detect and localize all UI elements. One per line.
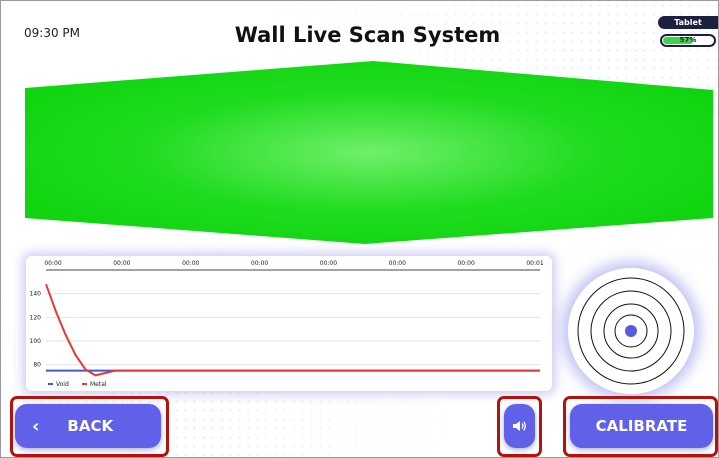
chart-x-tick-label: 00:00 — [182, 260, 199, 267]
chart-x-tick-label: 00:00 — [44, 260, 61, 267]
app-frame: 09:30 PM Wall Live Scan System Tablet 57… — [0, 0, 719, 458]
scan-display — [25, 61, 713, 244]
back-button[interactable]: ‹ BACK — [15, 404, 161, 448]
battery-label: 57% — [679, 36, 697, 44]
chart-legend-label: Metal — [90, 381, 107, 388]
back-button-label: BACK — [67, 417, 114, 435]
calibrate-button-label: CALIBRATE — [595, 417, 688, 435]
chart-y-tick-label: 140 — [30, 291, 42, 298]
signal-chart-plot: 00:00 00:00 00:00 00:00 00:00 00:00 00:00 00:01… — [30, 260, 544, 388]
chart-y-tick-label: 80 — [33, 362, 41, 369]
chart-legend-label: Void — [56, 381, 69, 388]
chart-y-tick-label: 120 — [30, 314, 42, 321]
speaker-icon — [512, 421, 526, 431]
sound-button[interactable] — [504, 404, 535, 448]
signal-chart: 00:00 00:00 00:00 00:00 00:00 00:00 00:00 00:01… — [26, 256, 552, 391]
chart-x-tick-label: 00:00 — [457, 260, 474, 267]
chart-y-tick-label: 100 — [30, 338, 42, 345]
page-title: Wall Live Scan System — [234, 23, 501, 47]
chart-x-tick-label: 00:00 — [251, 260, 268, 267]
device-badge: Tablet — [658, 16, 718, 29]
chevron-left-icon: ‹ — [32, 415, 40, 437]
chart-x-tick-label: 00:00 — [389, 260, 406, 267]
chart-series-metal — [45, 283, 540, 377]
target-rings — [577, 277, 685, 385]
target-indicator — [568, 268, 694, 394]
target-dot — [625, 325, 637, 337]
chart-x-tick-label: 00:00 — [113, 260, 130, 267]
battery-indicator: 57% — [660, 34, 716, 47]
calibrate-button[interactable]: CALIBRATE — [570, 404, 713, 448]
chart-x-tick-label: 00:00 — [320, 260, 337, 267]
chart-x-tick-label: 00:01 — [526, 260, 543, 267]
